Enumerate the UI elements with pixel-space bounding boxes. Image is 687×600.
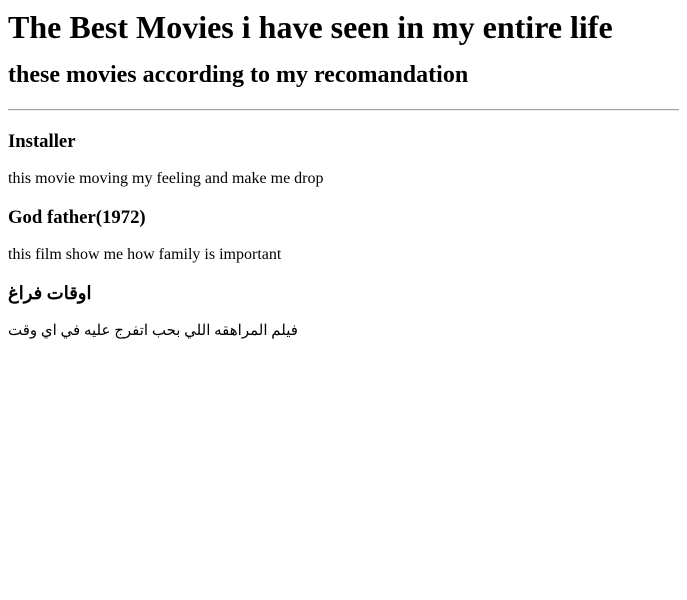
page-title: The Best Movies i have seen in my entire… xyxy=(8,9,613,45)
movie-title: God father(1972) xyxy=(8,207,146,228)
movie-title: Installer xyxy=(8,131,76,152)
movie-description: فيلم المراهقه اللي بحب اتفرج عليه في اي … xyxy=(8,323,298,339)
movie-entry-installer: Installer this movie moving my feeling a… xyxy=(8,131,679,188)
movie-entry-godfather: God father(1972) this film show me how f… xyxy=(8,207,679,264)
movie-description: this movie moving my feeling and make me… xyxy=(8,170,324,187)
movie-entry-awqat-faragh: اوقات فراغ فيلم المراهقه اللي بحب اتفرج … xyxy=(8,282,679,340)
movie-title: اوقات فراغ xyxy=(8,283,92,303)
divider xyxy=(8,109,679,111)
movie-description: this film show me how family is importan… xyxy=(8,246,282,263)
page-subtitle: these movies according to my recomandati… xyxy=(8,62,469,88)
